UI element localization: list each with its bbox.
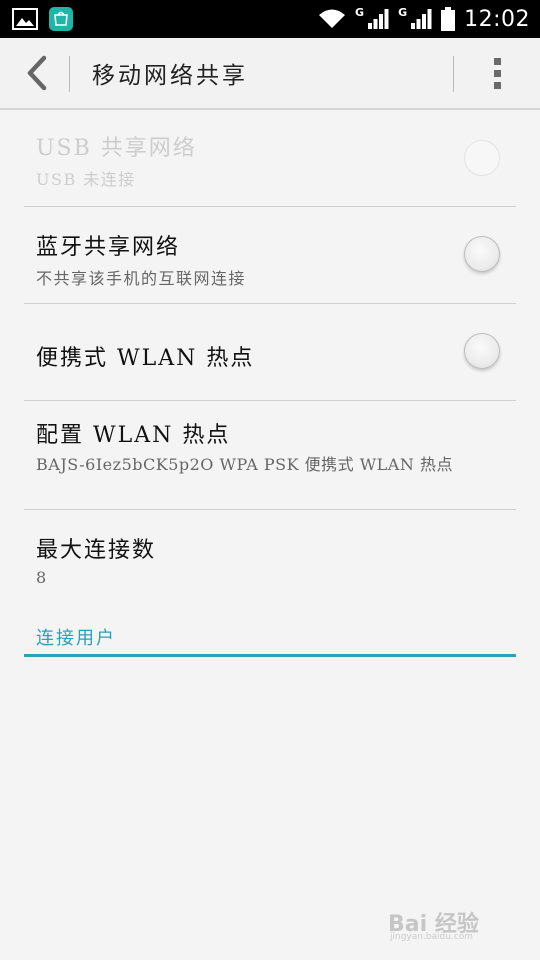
connected-users-section: 连接用户 [24,618,516,657]
configure-hotspot-item[interactable]: 配置 WLAN 热点 BAJS-6Iez5bCK5p2O WPA PSK 便携式… [24,401,516,510]
item-title: 配置 WLAN 热点 [36,423,231,448]
watermark-sub: jingyan.baidu.com [390,932,474,942]
huawei-store-icon [49,7,73,31]
item-subtitle: 8 [36,568,48,587]
sim2-network-type: G [398,5,408,19]
usb-tethering-toggle [464,140,500,176]
overflow-menu-button[interactable] [484,54,512,94]
wifi-icon [319,9,346,28]
status-bar: G G 12:02 [0,0,540,38]
usb-tethering-item: USB 共享网络 USB 未连接 [24,110,516,207]
item-subtitle: BAJS-6Iez5bCK5p2O WPA PSK 便携式 WLAN 热点 [36,455,453,474]
gallery-icon [12,8,38,30]
status-icons: G G 12:02 [318,0,530,38]
item-title: 便携式 WLAN 热点 [36,346,255,371]
battery-icon [441,7,456,31]
item-subtitle: USB 未连接 [36,170,136,189]
clock: 12:02 [464,6,530,32]
max-connections-item[interactable]: 最大连接数 8 [24,510,516,606]
signal-icon [411,9,432,29]
item-title: 最大连接数 [36,538,157,563]
divider [69,56,70,92]
more-vert-icon [494,58,501,89]
action-bar: 移动网络共享 [0,38,540,110]
portable-hotspot-toggle[interactable] [464,333,500,369]
back-button[interactable] [18,52,58,94]
item-title: USB 共享网络 [36,136,197,161]
page-title: 移动网络共享 [92,63,248,89]
watermark: Bai 经验 jingyan.baidu.com [388,902,518,948]
notification-icons [12,6,74,32]
section-label: 连接用户 [36,628,116,649]
portable-hotspot-item[interactable]: 便携式 WLAN 热点 [24,304,516,401]
item-title: 蓝牙共享网络 [36,235,181,260]
item-subtitle: 不共享该手机的互联网连接 [36,269,247,288]
signal-icon [368,9,389,29]
bluetooth-tethering-toggle[interactable] [464,236,500,272]
divider [453,56,454,92]
bluetooth-tethering-item[interactable]: 蓝牙共享网络 不共享该手机的互联网连接 [24,207,516,304]
chevron-left-icon [27,55,47,91]
sim1-network-type: G [355,5,365,19]
